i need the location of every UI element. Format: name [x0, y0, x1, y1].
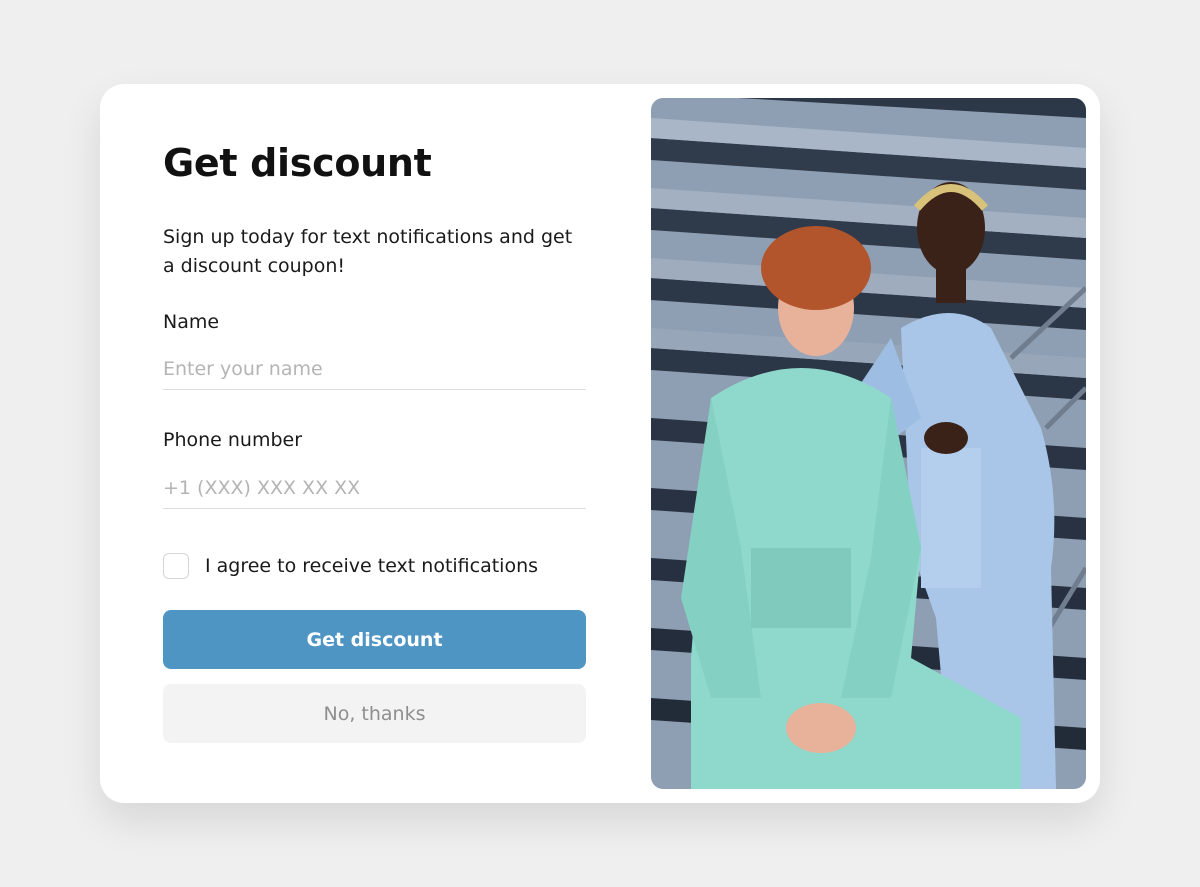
get-discount-button[interactable]: Get discount — [163, 610, 586, 669]
no-thanks-button[interactable]: No, thanks — [163, 684, 586, 743]
name-input[interactable] — [163, 349, 586, 390]
consent-label[interactable]: I agree to receive text notifications — [205, 555, 538, 577]
modal-subtitle: Sign up today for text notifications and… — [163, 226, 573, 277]
consent-row: I agree to receive text notifications — [163, 551, 538, 581]
phone-input[interactable] — [163, 468, 586, 509]
consent-checkbox[interactable] — [163, 553, 189, 579]
modal-title: Get discount — [163, 141, 432, 185]
discount-modal: Get discount Sign up today for text noti… — [100, 84, 1100, 803]
promo-photo — [651, 98, 1086, 789]
promo-photo-illustration — [651, 98, 1086, 789]
name-label: Name — [163, 311, 220, 333]
phone-label: Phone number — [163, 429, 303, 451]
